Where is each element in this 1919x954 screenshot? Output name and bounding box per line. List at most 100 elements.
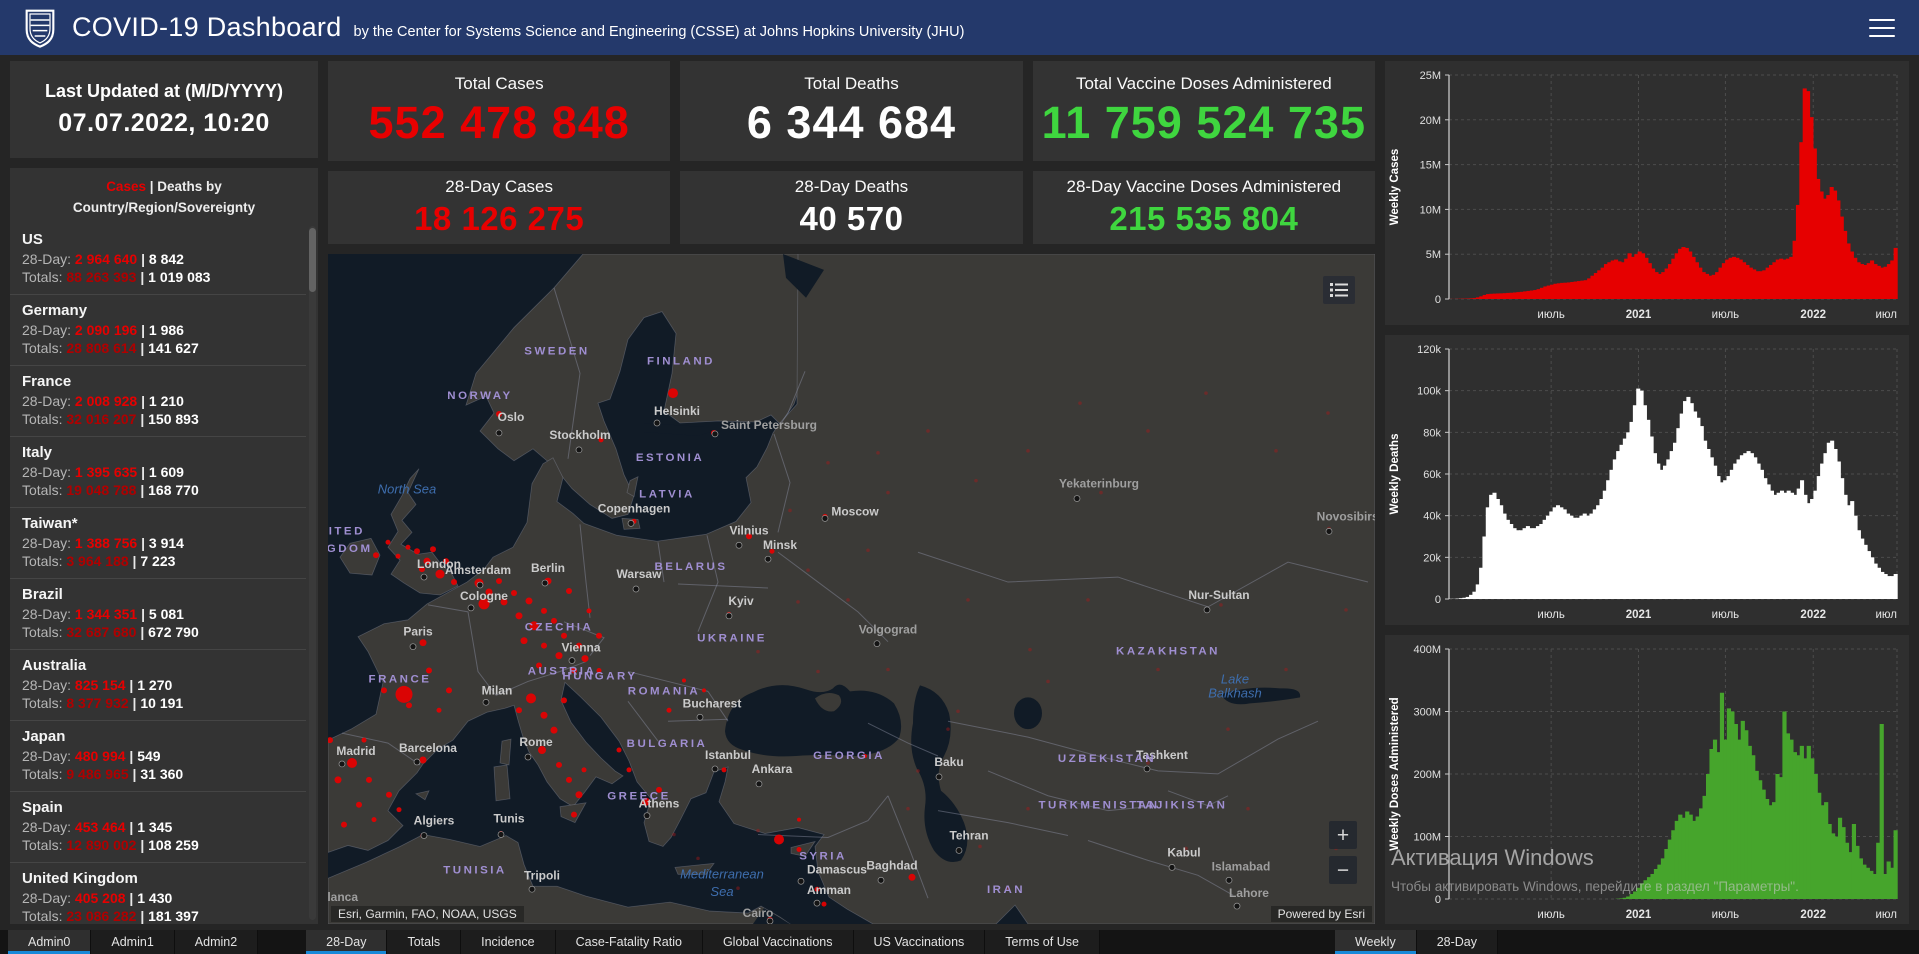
zoom-in-button[interactable]: + bbox=[1329, 821, 1357, 849]
city-dot bbox=[482, 698, 490, 706]
outbreak-dot bbox=[702, 688, 706, 693]
outbreak-dot bbox=[696, 856, 700, 861]
world-map[interactable]: Oslo Stockholm Helsinki Saint Petersburg Mos… bbox=[328, 254, 1375, 924]
outbreak-dot bbox=[419, 756, 427, 764]
tab-28-day[interactable]: 28-Day bbox=[306, 930, 388, 954]
country-totals-line: Totals: 23 086 282 | 181 397 bbox=[22, 908, 199, 924]
svg-text:60k: 60k bbox=[1423, 469, 1441, 481]
city-label: London bbox=[417, 557, 461, 571]
outbreak-dot bbox=[966, 598, 970, 602]
country-row[interactable]: Brazil 28-Day: 1 344 351 | 5 081 Totals:… bbox=[10, 578, 306, 649]
tab-totals[interactable]: Totals bbox=[387, 930, 462, 954]
city-dot bbox=[497, 831, 505, 838]
country-row[interactable]: Germany 28-Day: 2 090 196 | 1 986 Totals… bbox=[10, 294, 306, 365]
outbreak-dot bbox=[496, 578, 502, 585]
tab-terms-of-use[interactable]: Terms of Use bbox=[985, 930, 1100, 954]
outbreak-dot bbox=[616, 747, 622, 753]
outbreak-dot bbox=[395, 685, 413, 703]
sea-label: Balkhash bbox=[1208, 685, 1261, 700]
country-28day-line: 28-Day: 1 395 635 | 1 609 bbox=[22, 464, 184, 480]
country-row[interactable]: France 28-Day: 2 008 928 | 1 210 Totals:… bbox=[10, 365, 306, 436]
country-28day-line: 28-Day: 2 090 196 | 1 986 bbox=[22, 322, 184, 338]
country-totals-line: Totals: 3 964 188 | 7 223 bbox=[22, 553, 176, 569]
tab-global-vaccinations[interactable]: Global Vaccinations bbox=[702, 930, 854, 954]
weekly-doses-svg: 0 100M 200M 300M 400M июль 2021 июль 2022 июл Week… bbox=[1389, 644, 1898, 921]
city-dot bbox=[420, 573, 428, 581]
country-label: IRAN bbox=[987, 884, 1025, 896]
country-row[interactable]: US 28-Day: 2 964 640 | 8 842 Totals: 88 … bbox=[10, 224, 306, 294]
total-deaths-value: 6 344 684 bbox=[746, 96, 957, 148]
svg-text:2022: 2022 bbox=[1800, 609, 1826, 621]
tab-admin2[interactable]: Admin2 bbox=[174, 930, 259, 954]
svg-text:120k: 120k bbox=[1417, 344, 1441, 356]
outbreak-dot bbox=[396, 807, 402, 813]
svg-text:0: 0 bbox=[1435, 594, 1441, 606]
tab-admin0[interactable]: Admin0 bbox=[8, 930, 92, 954]
outbreak-dot bbox=[946, 727, 950, 731]
city-label: Algiers bbox=[414, 814, 455, 828]
outbreak-dot bbox=[556, 761, 562, 768]
jhu-shield-logo bbox=[25, 9, 55, 48]
28day-deaths-value: 40 570 bbox=[799, 200, 904, 237]
28day-cases-value: 18 126 275 bbox=[414, 200, 585, 237]
weekly-deaths-svg: 0 20k 40k 60k 80k 100k 120k июль 2021 июль 2022 июл… bbox=[1389, 344, 1898, 621]
outbreak-dot bbox=[436, 707, 442, 713]
city-label: Saint Petersburg bbox=[721, 418, 817, 432]
outbreak-dot bbox=[414, 548, 420, 555]
outbreak-dot bbox=[1099, 490, 1103, 495]
outbreak-dot bbox=[526, 693, 536, 704]
outbreak-dot bbox=[516, 707, 522, 714]
main-content: Last Updated at (M/D/YYYY) 07.07.2022, 1… bbox=[0, 55, 1919, 930]
menu-icon[interactable] bbox=[1869, 18, 1895, 37]
city-dot bbox=[696, 713, 704, 721]
svg-text:2022: 2022 bbox=[1800, 909, 1826, 921]
total-vaccine-value: 11 759 524 735 bbox=[1041, 96, 1366, 148]
outbreak-dot bbox=[1344, 608, 1348, 612]
tab-incidence[interactable]: Incidence bbox=[461, 930, 556, 954]
country-row[interactable]: Taiwan* 28-Day: 1 388 756 | 3 914 Totals… bbox=[10, 507, 306, 578]
country-row[interactable]: Italy 28-Day: 1 395 635 | 1 609 Totals: … bbox=[10, 436, 306, 507]
svg-text:июль: июль bbox=[1537, 909, 1565, 921]
map-legend-button[interactable] bbox=[1323, 276, 1355, 304]
country-label: NORWAY bbox=[447, 390, 512, 402]
tab-us-vaccinations[interactable]: US Vaccinations bbox=[853, 930, 986, 954]
svg-text:80k: 80k bbox=[1423, 427, 1441, 439]
outbreak-dot bbox=[1246, 806, 1250, 811]
outbreak-dot bbox=[575, 791, 583, 799]
outbreak-dot bbox=[956, 709, 960, 714]
svg-text:200M: 200M bbox=[1413, 769, 1441, 781]
tab-weekly[interactable]: Weekly bbox=[1334, 930, 1417, 954]
scrollbar-thumb[interactable] bbox=[309, 228, 316, 292]
city-dot bbox=[711, 765, 719, 773]
svg-text:Weekly Cases: Weekly Cases bbox=[1389, 149, 1401, 226]
scrollbar-track[interactable] bbox=[309, 226, 316, 920]
outbreak-dot bbox=[541, 607, 547, 614]
country-row[interactable]: Spain 28-Day: 453 464 | 1 345 Totals: 12… bbox=[10, 791, 306, 862]
country-label: HUNGARY bbox=[562, 670, 637, 682]
outbreak-dot bbox=[886, 667, 890, 672]
page-subtitle: by the Center for Systems Science and En… bbox=[353, 24, 965, 40]
zoom-out-button[interactable]: − bbox=[1329, 856, 1357, 884]
country-row[interactable]: Australia 28-Day: 825 154 | 1 270 Totals… bbox=[10, 649, 306, 720]
country-label: GREECE bbox=[607, 791, 671, 803]
outbreak-dot bbox=[395, 553, 401, 559]
city-dot bbox=[1203, 606, 1211, 614]
city-dot bbox=[1233, 902, 1241, 910]
outbreak-dot bbox=[1026, 449, 1030, 453]
tab-28-day[interactable]: 28-Day bbox=[1416, 930, 1498, 954]
city-label: Damascus bbox=[807, 862, 867, 876]
outbreak-dot bbox=[774, 834, 784, 845]
map-svg: Oslo Stockholm Helsinki Saint Petersburg Mos… bbox=[328, 254, 1375, 924]
country-name: Australia bbox=[22, 657, 87, 674]
tab-bar-spacer bbox=[1100, 930, 1335, 954]
country-28day-line: 28-Day: 2 964 640 | 8 842 bbox=[22, 251, 184, 267]
city-dot bbox=[797, 877, 805, 885]
tab-case-fatality-ratio[interactable]: Case-Fatality Ratio bbox=[555, 930, 703, 954]
city-label: Tehran bbox=[949, 829, 988, 843]
tab-admin1[interactable]: Admin1 bbox=[91, 930, 175, 954]
country-28day-line: 28-Day: 453 464 | 1 345 bbox=[22, 819, 173, 835]
country-row[interactable]: Japan 28-Day: 480 994 | 549 Totals: 9 48… bbox=[10, 720, 306, 791]
svg-text:0: 0 bbox=[1435, 294, 1441, 306]
country-row[interactable]: United Kingdom 28-Day: 405 208 | 1 430 T… bbox=[10, 862, 306, 924]
city-label: Copenhagen bbox=[598, 501, 671, 515]
